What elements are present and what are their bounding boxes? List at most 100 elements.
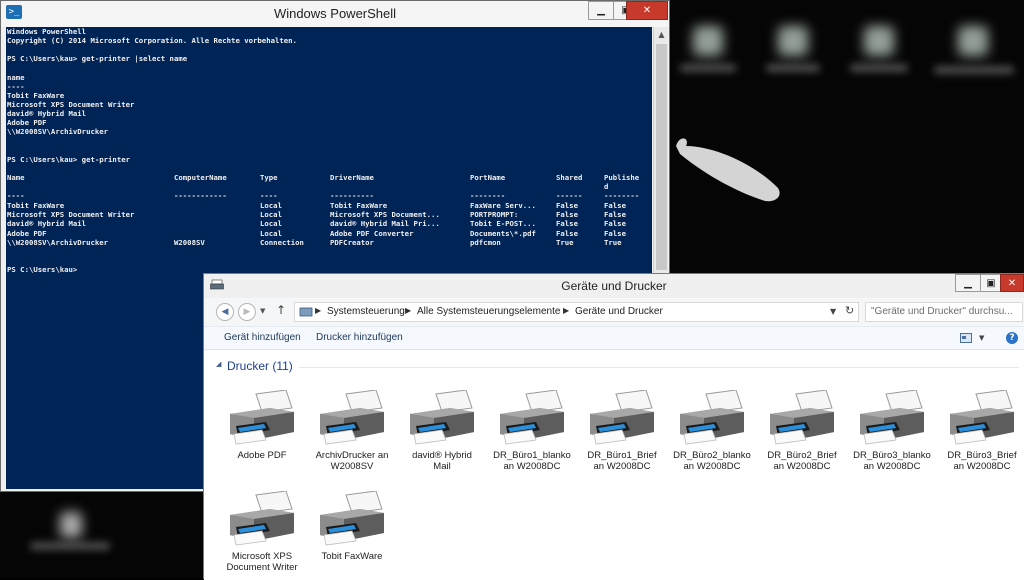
table-cell: david® Hybrid Mail — [7, 219, 87, 229]
printer-label: Microsoft XPS Document Writer — [226, 551, 298, 573]
breadcrumb-separator-icon: ▶ — [563, 306, 570, 315]
printer-icon — [310, 491, 394, 549]
table-cell: W2008SV — [174, 237, 205, 247]
maximize-button[interactable]: ▣ — [980, 274, 1002, 292]
blurred-desktop-icon[interactable] — [958, 26, 988, 56]
printer-label: david® Hybrid Mail — [412, 450, 472, 472]
devices-and-printers-window[interactable]: Geräte und Drucker ▁ ▣ ✕ ◀ ▶ ▼ ↑ ▶ Syste… — [203, 273, 1024, 580]
console-command: PS C:\Users\kau> get-printer |select nam… — [7, 54, 188, 63]
table-cell: Microsoft XPS Document Writer — [7, 210, 135, 220]
table-rule: -------- — [470, 191, 506, 200]
console-prompt[interactable]: PS C:\Users\kau> — [7, 265, 77, 274]
breadcrumb-devices-printers[interactable]: Geräte und Drucker — [575, 306, 663, 317]
view-options-icon[interactable] — [960, 333, 972, 343]
table-cell: david® Hybrid Mail Pri... — [330, 219, 440, 229]
table-cell: False — [604, 201, 626, 210]
table-cell: \\W2008SV\ArchivDrucker — [7, 237, 109, 247]
blurred-desktop-label — [766, 64, 820, 72]
explorer-titlebar[interactable]: Geräte und Drucker ▁ ▣ ✕ — [204, 274, 1024, 298]
printer-icon — [490, 390, 574, 448]
printers-view[interactable]: ◢ Drucker (11) Adobe PDF ArchivDrucker a… — [204, 351, 1024, 580]
window-title: Geräte und Drucker — [561, 279, 667, 293]
console-line: Tobit FaxWare — [7, 91, 65, 100]
console-line: Microsoft XPS Document Writer — [7, 100, 135, 109]
printer-item[interactable]: DR_Büro2_Brief an W2008DC — [760, 390, 844, 472]
printer-icon — [670, 390, 754, 448]
collapse-group-icon[interactable]: ◢ — [216, 360, 221, 368]
console-line: name — [7, 73, 25, 82]
table-cell: Tobit FaxWare — [7, 201, 65, 210]
close-button[interactable]: ✕ — [1000, 274, 1024, 292]
help-icon[interactable]: ? — [1006, 332, 1018, 344]
printer-item[interactable]: Tobit FaxWare — [310, 491, 394, 562]
address-dropdown-icon[interactable]: ▼ — [830, 307, 836, 316]
console-line: Adobe PDF — [7, 118, 47, 127]
close-button[interactable]: ✕ — [626, 1, 668, 20]
search-input[interactable]: "Geräte und Drucker" durchsu... — [865, 302, 1023, 322]
printer-icon — [760, 390, 844, 448]
group-header-printers[interactable]: Drucker (11) — [227, 359, 293, 373]
printer-icon — [220, 491, 304, 549]
printer-item[interactable]: DR_Büro2_blanko an W2008DC — [670, 390, 754, 472]
view-dropdown-icon[interactable]: ▼ — [979, 334, 984, 342]
table-cell: False — [556, 201, 578, 210]
printer-label: DR_Büro2_blanko an W2008DC — [673, 450, 751, 472]
blurred-desktop-label — [934, 66, 1014, 74]
printer-item[interactable]: Adobe PDF — [220, 390, 304, 461]
printer-item[interactable]: Microsoft XPS Document Writer — [220, 491, 304, 573]
printer-item[interactable]: DR_Büro1_blanko an W2008DC — [490, 390, 574, 472]
control-panel-icon — [299, 307, 313, 317]
console-line: Copyright (C) 2014 Microsoft Corporation… — [7, 36, 297, 45]
add-device-button[interactable]: Gerät hinzufügen — [224, 332, 301, 343]
table-cell: Local — [260, 219, 282, 229]
blurred-desktop-label — [680, 64, 736, 72]
table-cell: False — [556, 228, 578, 238]
wallpaper-swoosh — [676, 138, 780, 202]
breadcrumb-systemsteuerung[interactable]: Systemsteuerung — [327, 306, 405, 317]
printer-label: DR_Büro3_blanko an W2008DC — [853, 450, 931, 472]
console-line: Windows PowerShell — [7, 27, 87, 36]
printer-icon — [580, 390, 664, 448]
printer-item[interactable]: ArchivDrucker an W2008SV — [310, 390, 394, 472]
table-cell: False — [604, 210, 626, 220]
powershell-titlebar[interactable]: >_ Windows PowerShell ▁ ▣ ✕ — [1, 1, 669, 27]
back-icon[interactable]: ◀ — [216, 303, 234, 321]
printer-item[interactable]: david® Hybrid Mail — [400, 390, 484, 472]
printer-label: DR_Büro1_Brief an W2008DC — [587, 450, 657, 472]
blurred-desktop-icon[interactable] — [60, 512, 82, 538]
table-header: Type — [260, 173, 278, 182]
printer-item[interactable]: DR_Büro3_blanko an W2008DC — [850, 390, 934, 472]
address-bar[interactable]: ▶ Systemsteuerung ▶ Alle Systemsteuerung… — [294, 302, 859, 322]
scrollbar-thumb[interactable] — [656, 44, 667, 270]
blurred-desktop-label — [30, 542, 110, 550]
table-cell: Connection — [260, 237, 304, 247]
add-printer-button[interactable]: Drucker hinzufügen — [316, 332, 403, 343]
scroll-up-icon[interactable]: ▲ — [654, 27, 669, 42]
forward-icon[interactable]: ▶ — [238, 303, 256, 321]
printer-label: Tobit FaxWare — [321, 551, 383, 562]
printer-item[interactable]: DR_Büro3_Brief an W2008DC — [940, 390, 1024, 472]
table-header: PortName — [470, 173, 506, 182]
console-line: david® Hybrid Mail — [7, 109, 87, 118]
printer-item[interactable]: DR_Büro1_Brief an W2008DC — [580, 390, 664, 472]
table-rule: ------ — [556, 191, 583, 200]
table-rule: ---- — [260, 191, 278, 200]
recent-locations-chevron-icon[interactable]: ▼ — [260, 307, 265, 315]
console-line: ---- — [7, 82, 25, 91]
printer-label: Adobe PDF — [237, 450, 287, 461]
blurred-desktop-icon[interactable] — [864, 26, 894, 56]
table-cell: True — [604, 237, 622, 247]
minimize-button[interactable]: ▁ — [588, 1, 614, 20]
refresh-icon[interactable]: ↻ — [845, 304, 854, 317]
table-header: Shared — [556, 173, 583, 182]
minimize-button[interactable]: ▁ — [955, 274, 981, 292]
breadcrumb-all-items[interactable]: Alle Systemsteuerungselemente — [417, 306, 560, 317]
printer-icon — [220, 390, 304, 448]
blurred-desktop-icon[interactable] — [778, 26, 808, 56]
blurred-desktop-icon[interactable] — [693, 26, 723, 56]
navigation-bar: ◀ ▶ ▼ ↑ ▶ Systemsteuerung ▶ Alle Systems… — [204, 298, 1024, 326]
table-cell: False — [556, 210, 578, 220]
breadcrumb-separator-icon: ▶ — [405, 306, 412, 315]
up-arrow-icon[interactable]: ↑ — [276, 303, 286, 317]
table-cell: False — [604, 219, 626, 229]
